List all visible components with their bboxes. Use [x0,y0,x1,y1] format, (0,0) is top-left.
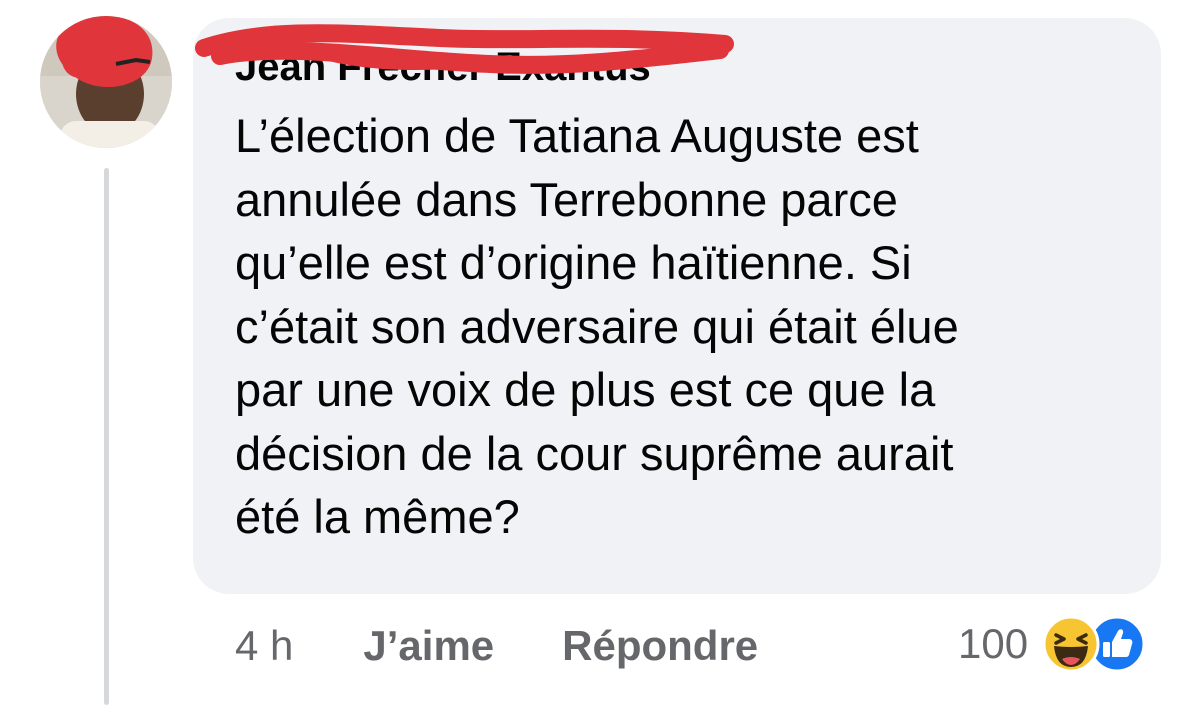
comment-text: L’élection de Tatiana Auguste est annulé… [235,104,1115,549]
comment-actions: 4 h J’aime Répondre [235,618,826,674]
reaction-icons [1042,615,1146,673]
comment-line: L’élection de Tatiana Auguste est [235,109,919,162]
thread-line [104,168,109,705]
reply-button[interactable]: Répondre [562,622,758,670]
comment-line: annulée dans Terrebonne parce [235,172,898,226]
avatar[interactable] [40,16,172,148]
comment-timestamp[interactable]: 4 h [235,622,293,670]
comment-line: été la même? [235,490,520,543]
comment-line: décision de la cour suprême aurait [235,426,954,480]
comment-line: qu’elle est d’origine haïtienne. Si [235,236,912,289]
like-button[interactable]: J’aime [363,622,494,670]
comment-line: par une voix de plus est ce que la [235,363,936,416]
reactions-summary[interactable]: 100 [958,612,1146,676]
comment-line: c’était son adversaire qui était élue [235,299,959,353]
reaction-count: 100 [958,620,1029,667]
haha-emoji-icon [1042,615,1100,678]
redaction-scribble [195,24,734,74]
